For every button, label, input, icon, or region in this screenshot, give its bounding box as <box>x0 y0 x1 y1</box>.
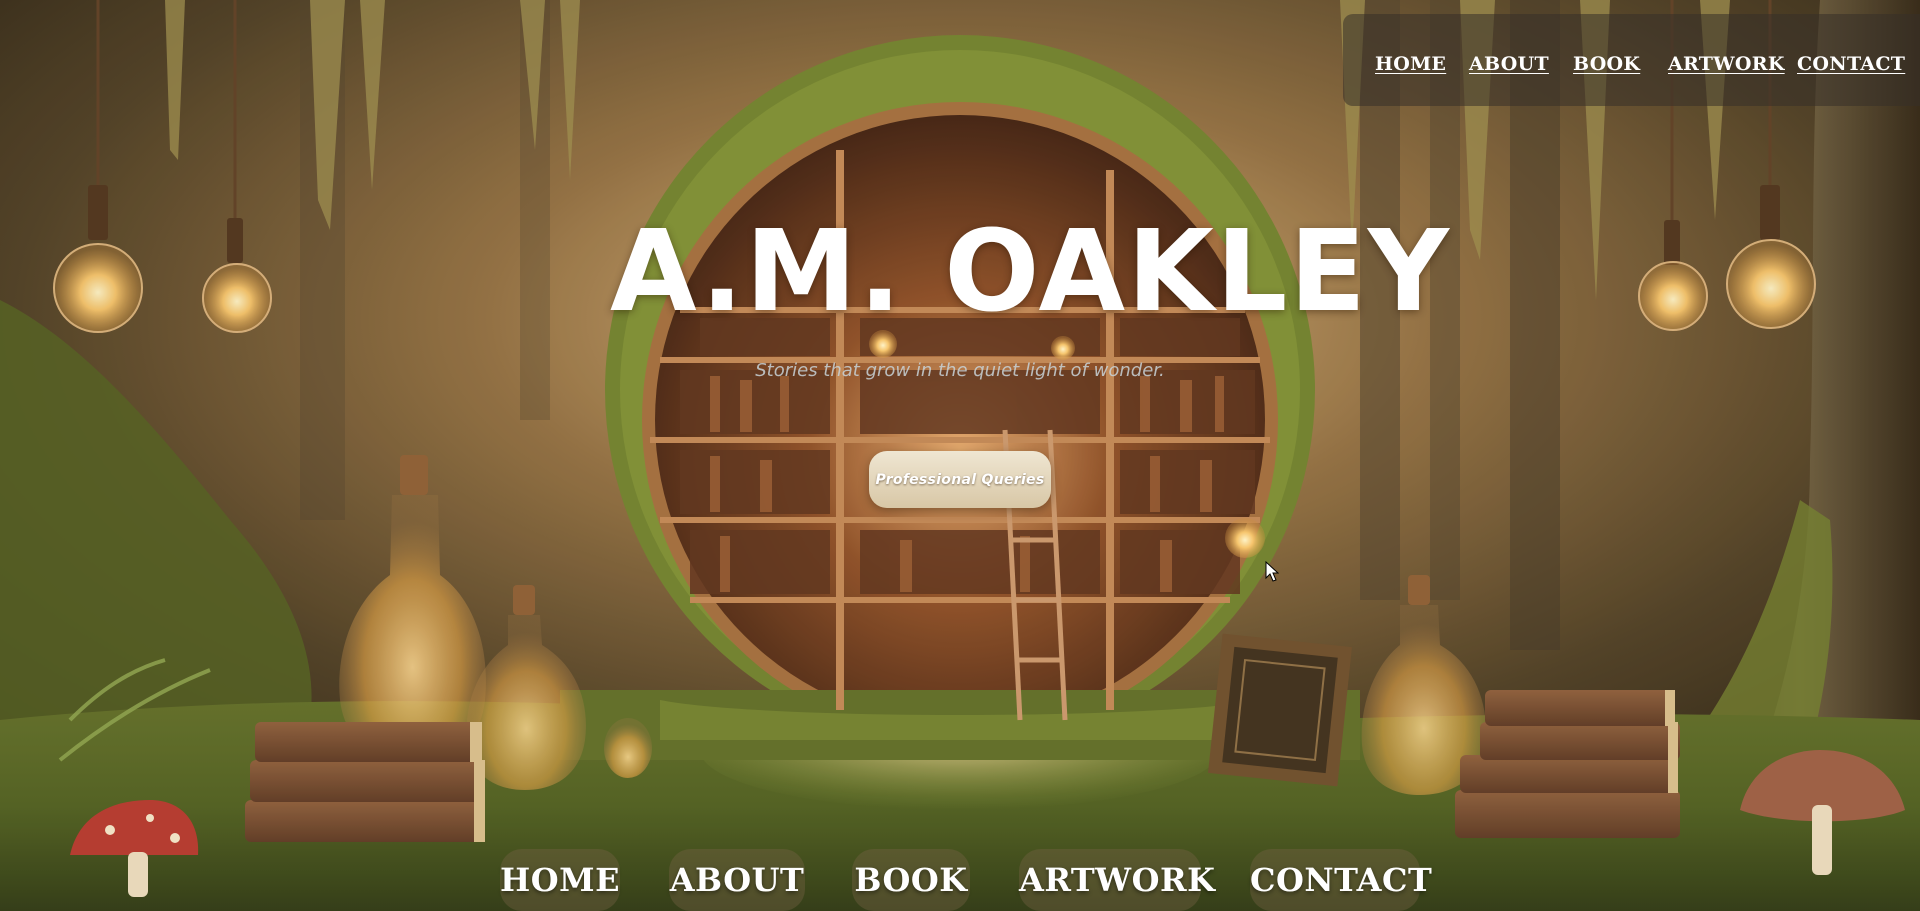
nav-link-book[interactable]: BOOK <box>1573 53 1640 75</box>
nav-link-about[interactable]: ABOUT <box>1469 53 1549 75</box>
mouse-pointer-icon <box>1265 561 1279 582</box>
bottom-nav-about[interactable]: ABOUT <box>669 849 805 911</box>
bottom-nav-home[interactable]: HOME <box>500 849 620 911</box>
top-navigation-bar: HOME ABOUT BOOK ARTWORK CONTACT <box>1343 14 1920 106</box>
professional-queries-button[interactable]: Professional Queries <box>869 451 1051 508</box>
nav-link-contact[interactable]: CONTACT <box>1797 53 1905 75</box>
bottom-nav-contact[interactable]: CONTACT <box>1250 849 1432 911</box>
tagline: Stories that grow in the quiet light of … <box>755 360 1165 381</box>
bottom-nav-book[interactable]: BOOK <box>852 849 970 911</box>
site-title: A.M. OAKLEY <box>610 207 1451 337</box>
page: HOME ABOUT BOOK ARTWORK CONTACT A.M. OAK… <box>0 0 1920 911</box>
nav-link-artwork[interactable]: ARTWORK <box>1668 53 1785 75</box>
bottom-nav-artwork[interactable]: ARTWORK <box>1019 849 1215 911</box>
nav-link-home[interactable]: HOME <box>1375 53 1446 75</box>
